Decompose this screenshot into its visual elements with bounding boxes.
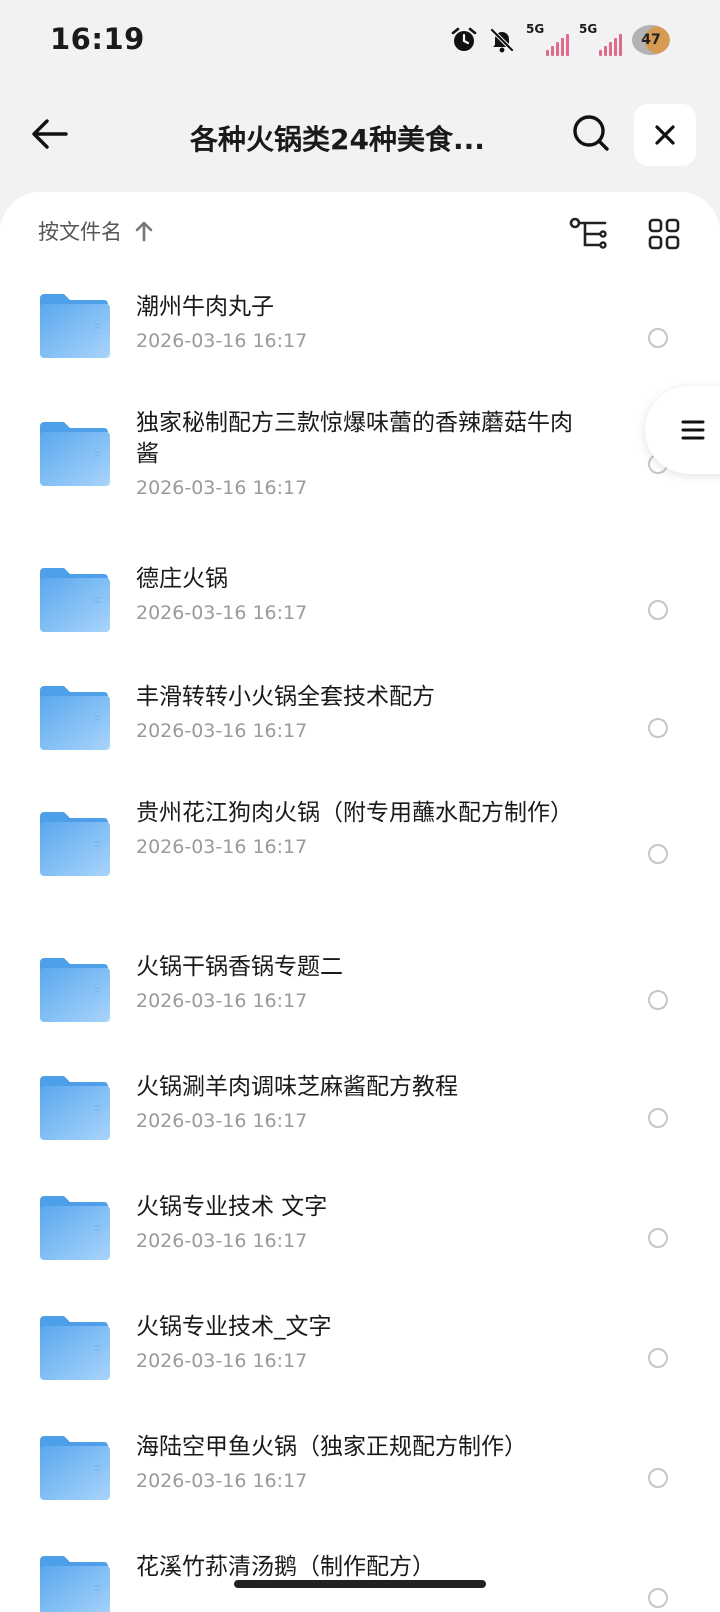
folder-icon [40, 958, 110, 1022]
select-radio[interactable] [648, 1108, 668, 1128]
file-name: 火锅专业技术 文字 [136, 1194, 328, 1220]
arrow-left-icon [32, 119, 68, 149]
folder-icon [40, 1436, 110, 1500]
file-name: 德庄火锅 [136, 566, 228, 592]
select-radio[interactable] [648, 328, 668, 348]
signal-bars-icon [546, 34, 569, 56]
list-item[interactable]: 丰滑转转小火锅全套技术配方 2026-03-16 16:17 [0, 668, 720, 788]
select-radio[interactable] [648, 1348, 668, 1368]
sort-toolbar: 按文件名 [0, 192, 720, 278]
grid-icon [648, 218, 680, 250]
close-icon [655, 125, 675, 145]
file-text: 独家秘制配方三款惊爆味蕾的香辣蘑菇牛肉酱 2026-03-16 16:17 [136, 408, 576, 502]
list-item[interactable]: 花溪竹荪清汤鹅（制作配方） [0, 1538, 720, 1612]
search-button[interactable] [568, 110, 614, 156]
list-item[interactable]: 潮州牛肉丸子 2026-03-16 16:17 [0, 278, 720, 398]
select-radio[interactable] [648, 718, 668, 738]
folder-icon [40, 294, 110, 358]
file-panel: 按文件名 潮州牛肉丸子 2026-03-16 16:17 独家秘制配方三款惊爆味… [0, 192, 720, 1612]
list-item[interactable]: 火锅专业技术_文字 2026-03-16 16:17 [0, 1298, 720, 1418]
folder-icon [40, 1196, 110, 1260]
sort-button[interactable]: 按文件名 [38, 216, 154, 246]
folder-icon [40, 1556, 110, 1612]
select-radio[interactable] [648, 844, 668, 864]
file-text: 海陆空甲鱼火锅（独家正规配方制作） 2026-03-16 16:17 [136, 1432, 576, 1495]
file-date: 2026-03-16 16:17 [136, 602, 308, 624]
folder-icon [40, 812, 110, 876]
page-title: 各种火锅类24种美食... [190, 123, 485, 156]
file-name: 火锅干锅香锅专题二 [136, 954, 343, 980]
top-bar: 各种火锅类24种美食... [0, 96, 720, 182]
alarm-icon [450, 26, 478, 54]
list-item[interactable]: 火锅干锅香锅专题二 2026-03-16 16:17 [0, 938, 720, 1058]
search-icon [573, 115, 609, 151]
mute-bell-icon [488, 26, 516, 54]
file-text: 潮州牛肉丸子 2026-03-16 16:17 [136, 292, 576, 355]
grid-view-button[interactable] [642, 212, 686, 256]
list-item[interactable]: 德庄火锅 2026-03-16 16:17 [0, 548, 720, 668]
file-date: 2026-03-16 16:17 [136, 1110, 308, 1132]
list-item[interactable]: 火锅涮羊肉调味芝麻酱配方教程 2026-03-16 16:17 [0, 1058, 720, 1178]
file-name: 火锅涮羊肉调味芝麻酱配方教程 [136, 1074, 458, 1100]
folder-icon [40, 1076, 110, 1140]
file-date: 2026-03-16 16:17 [136, 720, 308, 742]
file-text: 火锅专业技术 文字 2026-03-16 16:17 [136, 1192, 576, 1255]
signal-bars-icon [599, 34, 622, 56]
file-date: 2026-03-16 16:17 [136, 330, 308, 352]
select-radio[interactable] [648, 1228, 668, 1248]
status-time: 16:19 [50, 22, 145, 56]
file-text: 火锅涮羊肉调味芝麻酱配方教程 2026-03-16 16:17 [136, 1072, 576, 1135]
signal-5g-1: 5G [526, 22, 569, 56]
file-text: 德庄火锅 2026-03-16 16:17 [136, 564, 576, 627]
file-date: 2026-03-16 16:17 [136, 1350, 308, 1372]
file-date: 2026-03-16 16:17 [136, 1470, 308, 1492]
arrow-up-icon [135, 221, 153, 242]
select-radio[interactable] [648, 990, 668, 1010]
home-indicator[interactable] [234, 1580, 486, 1588]
tree-structure-icon [569, 217, 607, 249]
list-item[interactable]: 火锅专业技术 文字 2026-03-16 16:17 [0, 1178, 720, 1298]
file-name: 贵州花江狗肉火锅（附专用蘸水配方制作） [136, 800, 573, 826]
file-date: 2026-03-16 16:17 [136, 836, 308, 858]
file-date: 2026-03-16 16:17 [136, 1230, 308, 1252]
file-name: 独家秘制配方三款惊爆味蕾的香辣蘑菇牛肉酱 [136, 410, 573, 467]
file-name: 潮州牛肉丸子 [136, 294, 274, 320]
select-radio[interactable] [648, 600, 668, 620]
file-name: 火锅专业技术_文字 [136, 1314, 332, 1340]
signal-5g-2: 5G [579, 22, 622, 56]
file-list: 潮州牛肉丸子 2026-03-16 16:17 独家秘制配方三款惊爆味蕾的香辣蘑… [0, 278, 720, 1612]
menu-icon [681, 420, 705, 440]
file-text: 丰滑转转小火锅全套技术配方 2026-03-16 16:17 [136, 682, 576, 745]
list-item[interactable]: 海陆空甲鱼火锅（独家正规配方制作） 2026-03-16 16:17 [0, 1418, 720, 1538]
file-text: 火锅干锅香锅专题二 2026-03-16 16:17 [136, 952, 576, 1015]
status-icons: 5G 5G 47 [450, 22, 670, 58]
select-radio[interactable] [648, 1588, 668, 1608]
list-item[interactable]: 贵州花江狗肉火锅（附专用蘸水配方制作） 2026-03-16 16:17 [0, 788, 720, 938]
close-button[interactable] [634, 104, 696, 166]
file-name: 花溪竹荪清汤鹅（制作配方） [136, 1554, 435, 1580]
file-text: 贵州花江狗肉火锅（附专用蘸水配方制作） 2026-03-16 16:17 [136, 798, 576, 861]
status-bar: 16:19 5G 5G 47 [0, 0, 720, 84]
file-name: 丰滑转转小火锅全套技术配方 [136, 684, 435, 710]
file-text: 火锅专业技术_文字 2026-03-16 16:17 [136, 1312, 576, 1375]
folder-icon [40, 568, 110, 632]
back-button[interactable] [28, 112, 72, 156]
tree-view-button[interactable] [566, 212, 610, 256]
sort-label: 按文件名 [38, 220, 122, 244]
battery-icon: 47 [632, 25, 670, 55]
folder-icon [40, 422, 110, 486]
folder-icon [40, 1316, 110, 1380]
folder-icon [40, 686, 110, 750]
file-date: 2026-03-16 16:17 [136, 990, 308, 1012]
file-date: 2026-03-16 16:17 [136, 477, 308, 499]
select-radio[interactable] [648, 1468, 668, 1488]
file-name: 海陆空甲鱼火锅（独家正规配方制作） [136, 1434, 527, 1460]
list-item[interactable]: 独家秘制配方三款惊爆味蕾的香辣蘑菇牛肉酱 2026-03-16 16:17 [0, 398, 720, 548]
